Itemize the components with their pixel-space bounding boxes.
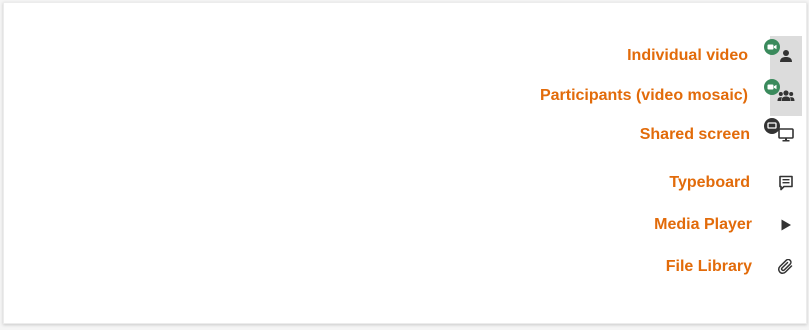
group-icon [777, 89, 795, 103]
typeboard-icon [778, 175, 794, 191]
panel-row-typeboard: Typeboard [4, 163, 806, 203]
individual-video-button[interactable] [764, 36, 802, 76]
video-camera-icon [764, 39, 780, 55]
monitor-icon [778, 128, 794, 142]
screen-share-icon [764, 118, 780, 134]
person-icon [779, 49, 793, 63]
panel-row-file-library: File Library [4, 247, 806, 287]
individual-video-label[interactable]: Individual video [627, 36, 748, 76]
panel-row-participants: Participants (video mosaic) [4, 76, 806, 116]
panel-row-individual-video: Individual video [4, 36, 806, 76]
typeboard-button[interactable] [770, 163, 802, 203]
paperclip-icon [778, 259, 794, 275]
participants-label[interactable]: Participants (video mosaic) [540, 76, 748, 116]
file-library-button[interactable] [770, 247, 802, 287]
panel-row-shared-screen: Shared screen [4, 115, 806, 155]
shared-screen-button[interactable] [764, 115, 802, 155]
file-library-label[interactable]: File Library [666, 247, 752, 287]
media-player-label[interactable]: Media Player [654, 205, 752, 245]
play-icon [779, 218, 793, 232]
shared-screen-label[interactable]: Shared screen [640, 115, 750, 155]
video-camera-icon [764, 79, 780, 95]
panel-selector: Individual video Participants (video mos… [3, 2, 807, 324]
participants-button[interactable] [764, 76, 802, 116]
media-player-button[interactable] [770, 205, 802, 245]
panel-row-media-player: Media Player [4, 205, 806, 245]
typeboard-label[interactable]: Typeboard [669, 163, 750, 203]
